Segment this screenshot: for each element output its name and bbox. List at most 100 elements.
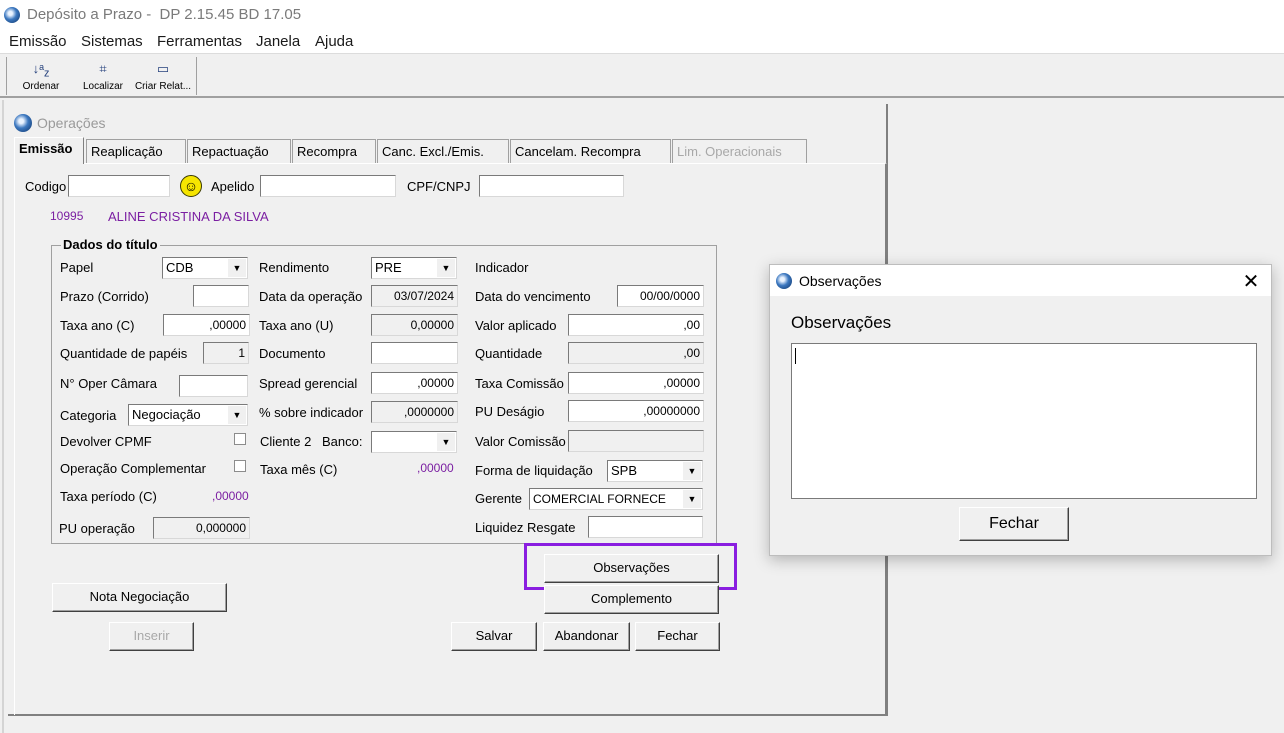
op-complementar-checkbox[interactable] (234, 460, 246, 472)
indicador-label: Indicador (475, 260, 529, 275)
highlight-frame (524, 543, 737, 590)
group-title: Dados do título (61, 237, 160, 252)
tab-recompra[interactable]: Recompra (292, 139, 376, 163)
find-label: Localizar (82, 81, 124, 92)
client-name: ALINE CRISTINA DA SILVA (108, 209, 269, 224)
data-vencimento-label: Data do vencimento (475, 289, 591, 304)
pu-desagio-input[interactable]: ,00000000 (568, 400, 704, 422)
app-title-bar: Depósito a Prazo - DP 2.15.45 BD 17.05 (0, 0, 1284, 30)
client-lookup-icon[interactable]: ☺ (180, 175, 202, 197)
liquidez-label: Liquidez Resgate (475, 520, 576, 535)
apelido-label: Apelido (211, 179, 255, 194)
devolver-cpmf-label: Devolver CPMF (60, 434, 152, 449)
prazo-input[interactable] (193, 285, 249, 307)
window-icon (14, 114, 32, 132)
perc-indicador-input: ,0000000 (371, 401, 458, 423)
tab-canc-excl[interactable]: Canc. Excl./Emis. (377, 139, 509, 163)
documento-input[interactable] (371, 342, 458, 364)
devolver-cpmf-checkbox[interactable] (234, 433, 246, 445)
rendimento-select[interactable]: PRE ▼ (371, 257, 457, 279)
perc-indicador-label: % sobre indicador (259, 405, 364, 420)
taxa-mes-label: Taxa mês (C) (260, 462, 338, 477)
codigo-input[interactable] (68, 175, 170, 197)
menu-janela[interactable]: Janela (256, 33, 300, 50)
spread-input[interactable]: ,00000 (371, 372, 458, 394)
documento-label: Documento (259, 346, 326, 361)
tab-repactuacao[interactable]: Repactuação (187, 139, 291, 163)
toolbar: ↓ᵃz Ordenar ⌗ Localizar ▭ Criar Relat... (0, 55, 1284, 98)
app-icon (4, 7, 20, 23)
find-icon: ⌗ (99, 61, 107, 76)
menu-ajuda[interactable]: Ajuda (315, 33, 353, 50)
valor-aplicado-input[interactable]: ,00 (568, 314, 704, 336)
inserir-button: Inserir (109, 622, 194, 651)
taxa-ano-u-input: 0,00000 (371, 314, 458, 336)
chevron-down-icon: ▼ (437, 433, 455, 451)
tab-cancelam-recompra[interactable]: Cancelam. Recompra (510, 139, 671, 163)
menu-ferramentas[interactable]: Ferramentas (157, 33, 242, 50)
taxa-ano-c-label: Taxa ano (C) (60, 318, 135, 333)
complemento-button[interactable]: Complemento (544, 585, 719, 614)
oper-camara-label: N° Oper Câmara (60, 376, 157, 391)
menu-emissao[interactable]: Emissão (9, 33, 67, 50)
quantidade-input: ,00 (568, 342, 704, 364)
dialog-title: Observações (799, 273, 882, 289)
taxa-mes-value: ,00000 (417, 461, 454, 475)
taxa-periodo-label: Taxa período (C) (60, 489, 157, 504)
fechar-button[interactable]: Fechar (635, 622, 720, 651)
rendimento-label: Rendimento (259, 260, 330, 275)
report-button[interactable]: ▭ Criar Relat... (132, 57, 194, 97)
cpf-cnpj-input[interactable] (479, 175, 624, 197)
tab-reaplicacao[interactable]: Reaplicação (86, 139, 186, 163)
categoria-select[interactable]: Negociação ▼ (128, 404, 248, 426)
chevron-down-icon: ▼ (437, 259, 455, 277)
papel-select[interactable]: CDB ▼ (162, 257, 248, 279)
qtd-papeis-label: Quantidade de papéis (60, 346, 188, 361)
forma-liquidacao-value: SPB (611, 463, 638, 478)
categoria-value: Negociação (132, 407, 201, 422)
sort-az-icon: ↓ᵃz (32, 61, 50, 80)
tab-emissao[interactable]: Emissão (14, 137, 84, 164)
oper-camara-input[interactable] (179, 375, 248, 397)
menu-bar: Emissão Sistemas Ferramentas Janela Ajud… (0, 30, 1284, 54)
pu-operacao-input: 0,000000 (153, 517, 250, 539)
menu-sistemas[interactable]: Sistemas (81, 33, 143, 50)
sort-button[interactable]: ↓ᵃz Ordenar (14, 57, 68, 97)
find-button[interactable]: ⌗ Localizar (76, 57, 130, 97)
liquidez-input[interactable] (588, 516, 703, 538)
nota-negociacao-button[interactable]: Nota Negociação (52, 583, 227, 612)
gerente-value: COMERCIAL FORNECE (533, 492, 666, 506)
taxa-ano-c-input[interactable]: ,00000 (163, 314, 250, 336)
data-operacao-label: Data da operação (259, 289, 363, 304)
prazo-label: Prazo (Corrido) (60, 289, 149, 304)
close-icon[interactable]: ✕ (1240, 269, 1262, 294)
categoria-label: Categoria (60, 408, 117, 423)
banco-select[interactable]: ▼ (371, 431, 457, 453)
toolbar-separator (196, 57, 197, 95)
observacoes-dialog: Observações ✕ Observações Fechar (769, 264, 1272, 556)
op-complementar-label: Operação Complementar (60, 461, 206, 476)
codigo-label: Codigo (25, 179, 67, 194)
taxa-comissao-input[interactable]: ,00000 (568, 372, 704, 394)
apelido-input[interactable] (260, 175, 396, 197)
dialog-fechar-button[interactable]: Fechar (959, 507, 1069, 541)
sort-label: Ordenar (22, 81, 60, 92)
client-code: 10995 (50, 209, 84, 223)
spread-label: Spread gerencial (259, 376, 358, 391)
forma-liquidacao-select[interactable]: SPB ▼ (607, 460, 703, 482)
salvar-button[interactable]: Salvar (451, 622, 537, 651)
data-vencimento-input[interactable]: 00/00/0000 (617, 285, 704, 307)
papel-label: Papel (60, 260, 94, 275)
abandonar-button[interactable]: Abandonar (543, 622, 630, 651)
observacoes-textarea[interactable] (791, 343, 1257, 499)
rendimento-value: PRE (375, 260, 402, 275)
chevron-down-icon: ▼ (228, 259, 246, 277)
report-label: Criar Relat... (134, 81, 192, 92)
papel-value: CDB (166, 260, 194, 275)
pu-operacao-label: PU operação (59, 521, 135, 536)
text-caret (795, 348, 796, 364)
valor-aplicado-label: Valor aplicado (475, 318, 557, 333)
app-title: Depósito a Prazo - DP 2.15.45 BD 17.05 (27, 6, 302, 23)
toolbar-grip (6, 57, 7, 95)
gerente-select[interactable]: COMERCIAL FORNECE ▼ (529, 488, 703, 510)
